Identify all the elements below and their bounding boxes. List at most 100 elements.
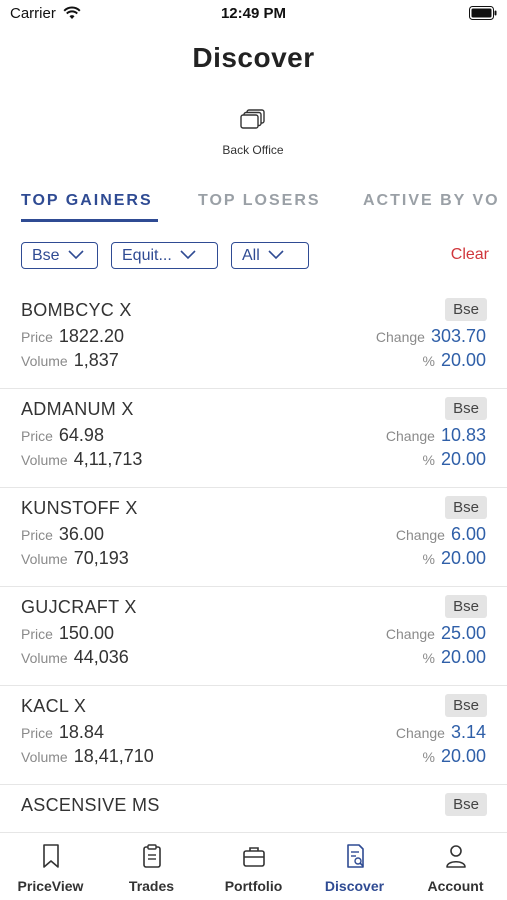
stock-row[interactable]: ASCENSIVE MS Bse <box>0 785 507 830</box>
change-value: 6.00 <box>450 524 486 544</box>
change-label: Change <box>385 428 435 444</box>
price-label: Price <box>21 527 53 543</box>
stock-row[interactable]: BOMBCYC X Bse Price 1822.20 Volume 1,837 C… <box>0 290 507 389</box>
status-bar: Carrier 12:49 PM <box>0 0 507 30</box>
stock-name: GUJCRAFT X <box>21 597 137 617</box>
price-field: Price 150.00 <box>21 623 114 644</box>
price-label: Price <box>21 428 53 444</box>
change-field: Change 10.83 <box>386 425 486 446</box>
battery-icon <box>469 6 497 24</box>
volume-field: Volume 1,837 <box>21 350 119 371</box>
exchange-badge: Bse <box>445 694 487 717</box>
price-label: Price <box>21 725 53 741</box>
exchange-dropdown-value: Bse <box>32 246 60 264</box>
price-value: 36.00 <box>58 524 104 544</box>
stock-row[interactable]: ADMANUM X Bse Price 64.98 Volume 4,11,713 … <box>0 389 507 488</box>
percent-field: % 20.00 <box>423 350 487 371</box>
percent-value: 20.00 <box>440 449 486 469</box>
market-tabs: TOP GAINERS TOP LOSERS ACTIVE BY VO <box>0 192 507 224</box>
change-label: Change <box>395 725 445 741</box>
stock-row[interactable]: KACL X Bse Price 18.84 Volume 18,41,710 Ch… <box>0 686 507 785</box>
nav-trades[interactable]: Trades <box>101 843 202 894</box>
filter-bar: Bse Equit... All Clear <box>0 242 507 270</box>
percent-value: 20.00 <box>440 647 486 667</box>
segment-dropdown-value: Equit... <box>122 246 172 264</box>
nav-priceview[interactable]: PriceView <box>0 843 101 894</box>
bookmark-icon <box>39 844 63 873</box>
change-value: 303.70 <box>430 326 486 346</box>
stock-name: BOMBCYC X <box>21 300 132 320</box>
volume-value: 4,11,713 <box>73 449 143 469</box>
volume-field: Volume 4,11,713 <box>21 449 142 470</box>
nav-account[interactable]: Account <box>405 843 506 894</box>
clear-filters-button[interactable]: Clear <box>451 246 489 264</box>
volume-label: Volume <box>21 551 68 567</box>
exchange-badge: Bse <box>445 397 487 420</box>
stock-name: ASCENSIVE MS <box>21 795 160 815</box>
percent-label: % <box>422 452 435 468</box>
exchange-badge: Bse <box>445 595 487 618</box>
change-label: Change <box>395 527 445 543</box>
change-value: 3.14 <box>450 722 486 742</box>
type-dropdown-value: All <box>242 246 260 264</box>
volume-label: Volume <box>21 749 68 765</box>
briefcase-icon <box>241 847 267 873</box>
change-field: Change 3.14 <box>396 722 486 743</box>
price-field: Price 1822.20 <box>21 326 124 347</box>
percent-field: % 20.00 <box>423 647 487 668</box>
percent-label: % <box>422 749 435 765</box>
page-title: Discover <box>192 42 315 73</box>
change-field: Change 25.00 <box>386 623 486 644</box>
percent-field: % 20.00 <box>423 449 487 470</box>
change-field: Change 303.70 <box>376 326 486 347</box>
document-search-icon <box>343 844 367 873</box>
volume-value: 18,41,710 <box>73 746 154 766</box>
price-field: Price 64.98 <box>21 425 104 446</box>
nav-discover[interactable]: Discover <box>304 843 405 894</box>
tab-top-gainers[interactable]: TOP GAINERS <box>21 192 158 222</box>
exchange-dropdown[interactable]: Bse <box>21 242 98 269</box>
price-label: Price <box>21 329 53 345</box>
percent-value: 20.00 <box>440 548 486 568</box>
segment-dropdown[interactable]: Equit... <box>111 242 218 269</box>
percent-value: 20.00 <box>440 350 486 370</box>
clock: 12:49 PM <box>220 5 287 22</box>
exchange-badge: Bse <box>445 298 487 321</box>
stock-name: KUNSTOFF X <box>21 498 138 518</box>
change-field: Change 6.00 <box>396 524 486 545</box>
chevron-down-icon <box>68 247 84 265</box>
nav-label: PriceView <box>17 878 84 894</box>
volume-label: Volume <box>21 452 68 468</box>
stock-name: ADMANUM X <box>21 399 134 419</box>
nav-label: Account <box>427 878 484 894</box>
price-field: Price 18.84 <box>21 722 104 743</box>
percent-label: % <box>422 353 435 369</box>
volume-field: Volume 70,193 <box>21 548 129 569</box>
percent-value: 20.00 <box>440 746 486 766</box>
tab-active-by-volume[interactable]: ACTIVE BY VO <box>363 192 500 222</box>
price-value: 18.84 <box>58 722 104 742</box>
stock-row[interactable]: GUJCRAFT X Bse Price 150.00 Volume 44,036 … <box>0 587 507 686</box>
stock-row[interactable]: KUNSTOFF X Bse Price 36.00 Volume 70,193 C… <box>0 488 507 587</box>
change-value: 10.83 <box>440 425 486 445</box>
price-value: 150.00 <box>58 623 114 643</box>
type-dropdown[interactable]: All <box>231 242 309 269</box>
back-office-button[interactable]: Back Office <box>203 108 303 157</box>
volume-field: Volume 44,036 <box>21 647 129 668</box>
percent-field: % 20.00 <box>423 548 487 569</box>
volume-label: Volume <box>21 353 68 369</box>
clipboard-icon <box>140 844 164 873</box>
tab-top-losers[interactable]: TOP LOSERS <box>198 192 321 222</box>
nav-portfolio[interactable]: Portfolio <box>203 843 304 894</box>
percent-field: % 20.00 <box>423 746 487 767</box>
price-field: Price 36.00 <box>21 524 104 545</box>
volume-value: 70,193 <box>73 548 129 568</box>
change-value: 25.00 <box>440 623 486 643</box>
price-value: 1822.20 <box>58 326 124 346</box>
exchange-badge: Bse <box>445 496 487 519</box>
stacked-documents-icon <box>203 108 303 137</box>
price-label: Price <box>21 626 53 642</box>
change-label: Change <box>385 626 435 642</box>
percent-label: % <box>422 650 435 666</box>
person-icon <box>444 845 468 873</box>
